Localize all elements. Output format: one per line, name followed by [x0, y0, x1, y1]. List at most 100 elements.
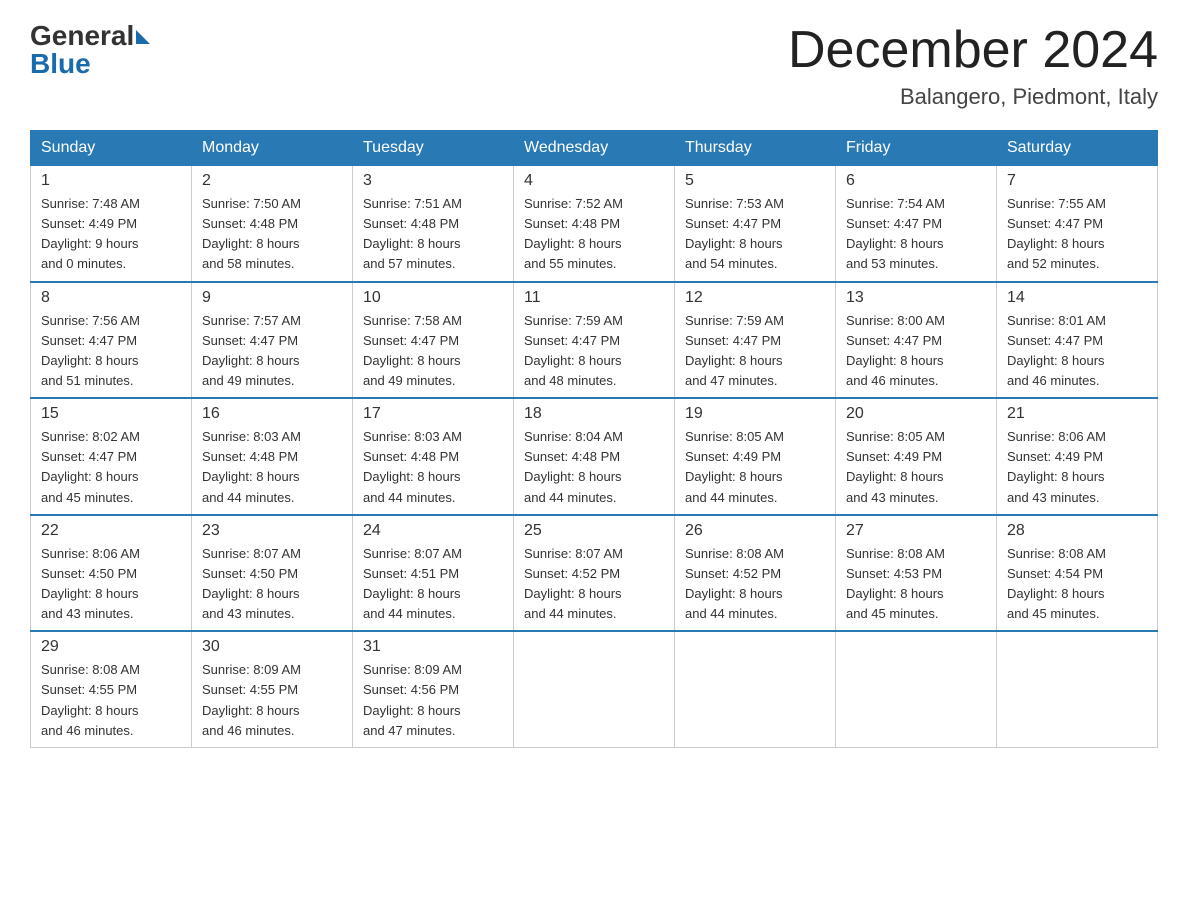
day-detail: Sunrise: 7:50 AMSunset: 4:48 PMDaylight:…	[202, 194, 342, 275]
calendar-cell: 17 Sunrise: 8:03 AMSunset: 4:48 PMDaylig…	[353, 398, 514, 515]
day-number: 23	[202, 522, 342, 540]
day-number: 18	[524, 405, 664, 423]
calendar-cell: 31 Sunrise: 8:09 AMSunset: 4:56 PMDaylig…	[353, 631, 514, 747]
day-number: 24	[363, 522, 503, 540]
day-number: 8	[41, 289, 181, 307]
location: Balangero, Piedmont, Italy	[788, 84, 1158, 110]
calendar-week-row: 22 Sunrise: 8:06 AMSunset: 4:50 PMDaylig…	[31, 515, 1158, 632]
calendar-cell: 10 Sunrise: 7:58 AMSunset: 4:47 PMDaylig…	[353, 282, 514, 399]
day-number: 3	[363, 172, 503, 190]
day-detail: Sunrise: 7:54 AMSunset: 4:47 PMDaylight:…	[846, 194, 986, 275]
day-number: 6	[846, 172, 986, 190]
calendar-cell: 27 Sunrise: 8:08 AMSunset: 4:53 PMDaylig…	[836, 515, 997, 632]
calendar-cell: 4 Sunrise: 7:52 AMSunset: 4:48 PMDayligh…	[514, 166, 675, 282]
day-detail: Sunrise: 8:08 AMSunset: 4:53 PMDaylight:…	[846, 544, 986, 625]
calendar-week-row: 15 Sunrise: 8:02 AMSunset: 4:47 PMDaylig…	[31, 398, 1158, 515]
day-number: 12	[685, 289, 825, 307]
day-detail: Sunrise: 8:07 AMSunset: 4:52 PMDaylight:…	[524, 544, 664, 625]
day-number: 17	[363, 405, 503, 423]
day-detail: Sunrise: 7:57 AMSunset: 4:47 PMDaylight:…	[202, 311, 342, 392]
day-detail: Sunrise: 7:56 AMSunset: 4:47 PMDaylight:…	[41, 311, 181, 392]
calendar-week-row: 1 Sunrise: 7:48 AMSunset: 4:49 PMDayligh…	[31, 166, 1158, 282]
day-detail: Sunrise: 8:08 AMSunset: 4:54 PMDaylight:…	[1007, 544, 1147, 625]
day-number: 4	[524, 172, 664, 190]
page-header: General Blue December 2024 Balangero, Pi…	[30, 20, 1158, 110]
day-detail: Sunrise: 8:07 AMSunset: 4:50 PMDaylight:…	[202, 544, 342, 625]
day-detail: Sunrise: 7:58 AMSunset: 4:47 PMDaylight:…	[363, 311, 503, 392]
day-detail: Sunrise: 8:02 AMSunset: 4:47 PMDaylight:…	[41, 427, 181, 508]
day-detail: Sunrise: 8:03 AMSunset: 4:48 PMDaylight:…	[363, 427, 503, 508]
col-friday: Friday	[836, 131, 997, 166]
calendar-table: Sunday Monday Tuesday Wednesday Thursday…	[30, 130, 1158, 748]
col-thursday: Thursday	[675, 131, 836, 166]
calendar-cell: 30 Sunrise: 8:09 AMSunset: 4:55 PMDaylig…	[192, 631, 353, 747]
day-detail: Sunrise: 8:04 AMSunset: 4:48 PMDaylight:…	[524, 427, 664, 508]
day-number: 13	[846, 289, 986, 307]
calendar-cell: 21 Sunrise: 8:06 AMSunset: 4:49 PMDaylig…	[997, 398, 1158, 515]
day-detail: Sunrise: 8:07 AMSunset: 4:51 PMDaylight:…	[363, 544, 503, 625]
calendar-cell: 9 Sunrise: 7:57 AMSunset: 4:47 PMDayligh…	[192, 282, 353, 399]
day-number: 11	[524, 289, 664, 307]
logo-arrow-icon	[136, 30, 150, 44]
day-detail: Sunrise: 8:08 AMSunset: 4:55 PMDaylight:…	[41, 660, 181, 741]
calendar-cell: 14 Sunrise: 8:01 AMSunset: 4:47 PMDaylig…	[997, 282, 1158, 399]
day-number: 27	[846, 522, 986, 540]
day-detail: Sunrise: 7:59 AMSunset: 4:47 PMDaylight:…	[524, 311, 664, 392]
calendar-cell: 29 Sunrise: 8:08 AMSunset: 4:55 PMDaylig…	[31, 631, 192, 747]
calendar-cell: 28 Sunrise: 8:08 AMSunset: 4:54 PMDaylig…	[997, 515, 1158, 632]
day-number: 28	[1007, 522, 1147, 540]
calendar-cell	[675, 631, 836, 747]
day-number: 5	[685, 172, 825, 190]
day-detail: Sunrise: 8:06 AMSunset: 4:50 PMDaylight:…	[41, 544, 181, 625]
calendar-cell: 26 Sunrise: 8:08 AMSunset: 4:52 PMDaylig…	[675, 515, 836, 632]
calendar-cell	[514, 631, 675, 747]
calendar-cell	[836, 631, 997, 747]
calendar-week-row: 8 Sunrise: 7:56 AMSunset: 4:47 PMDayligh…	[31, 282, 1158, 399]
day-number: 31	[363, 638, 503, 656]
day-detail: Sunrise: 7:59 AMSunset: 4:47 PMDaylight:…	[685, 311, 825, 392]
calendar-header-row: Sunday Monday Tuesday Wednesday Thursday…	[31, 131, 1158, 166]
calendar-cell: 22 Sunrise: 8:06 AMSunset: 4:50 PMDaylig…	[31, 515, 192, 632]
calendar-cell: 1 Sunrise: 7:48 AMSunset: 4:49 PMDayligh…	[31, 166, 192, 282]
calendar-cell: 20 Sunrise: 8:05 AMSunset: 4:49 PMDaylig…	[836, 398, 997, 515]
calendar-cell: 15 Sunrise: 8:02 AMSunset: 4:47 PMDaylig…	[31, 398, 192, 515]
day-detail: Sunrise: 8:08 AMSunset: 4:52 PMDaylight:…	[685, 544, 825, 625]
col-wednesday: Wednesday	[514, 131, 675, 166]
calendar-cell: 7 Sunrise: 7:55 AMSunset: 4:47 PMDayligh…	[997, 166, 1158, 282]
calendar-cell: 2 Sunrise: 7:50 AMSunset: 4:48 PMDayligh…	[192, 166, 353, 282]
title-block: December 2024 Balangero, Piedmont, Italy	[788, 20, 1158, 110]
day-detail: Sunrise: 8:06 AMSunset: 4:49 PMDaylight:…	[1007, 427, 1147, 508]
day-number: 9	[202, 289, 342, 307]
calendar-cell: 12 Sunrise: 7:59 AMSunset: 4:47 PMDaylig…	[675, 282, 836, 399]
day-detail: Sunrise: 8:09 AMSunset: 4:55 PMDaylight:…	[202, 660, 342, 741]
day-number: 2	[202, 172, 342, 190]
calendar-cell: 13 Sunrise: 8:00 AMSunset: 4:47 PMDaylig…	[836, 282, 997, 399]
day-number: 22	[41, 522, 181, 540]
day-detail: Sunrise: 7:48 AMSunset: 4:49 PMDaylight:…	[41, 194, 181, 275]
col-saturday: Saturday	[997, 131, 1158, 166]
col-monday: Monday	[192, 131, 353, 166]
col-tuesday: Tuesday	[353, 131, 514, 166]
calendar-cell	[997, 631, 1158, 747]
day-detail: Sunrise: 8:09 AMSunset: 4:56 PMDaylight:…	[363, 660, 503, 741]
day-number: 16	[202, 405, 342, 423]
logo-blue-text: Blue	[30, 48, 91, 80]
logo: General Blue	[30, 20, 150, 80]
day-number: 30	[202, 638, 342, 656]
day-detail: Sunrise: 7:52 AMSunset: 4:48 PMDaylight:…	[524, 194, 664, 275]
day-detail: Sunrise: 8:03 AMSunset: 4:48 PMDaylight:…	[202, 427, 342, 508]
calendar-cell: 6 Sunrise: 7:54 AMSunset: 4:47 PMDayligh…	[836, 166, 997, 282]
day-number: 10	[363, 289, 503, 307]
day-detail: Sunrise: 8:05 AMSunset: 4:49 PMDaylight:…	[846, 427, 986, 508]
day-number: 1	[41, 172, 181, 190]
day-detail: Sunrise: 7:55 AMSunset: 4:47 PMDaylight:…	[1007, 194, 1147, 275]
calendar-cell: 23 Sunrise: 8:07 AMSunset: 4:50 PMDaylig…	[192, 515, 353, 632]
month-title: December 2024	[788, 20, 1158, 80]
day-detail: Sunrise: 8:01 AMSunset: 4:47 PMDaylight:…	[1007, 311, 1147, 392]
calendar-cell: 5 Sunrise: 7:53 AMSunset: 4:47 PMDayligh…	[675, 166, 836, 282]
calendar-cell: 25 Sunrise: 8:07 AMSunset: 4:52 PMDaylig…	[514, 515, 675, 632]
day-number: 29	[41, 638, 181, 656]
day-number: 19	[685, 405, 825, 423]
day-detail: Sunrise: 7:51 AMSunset: 4:48 PMDaylight:…	[363, 194, 503, 275]
day-detail: Sunrise: 8:00 AMSunset: 4:47 PMDaylight:…	[846, 311, 986, 392]
